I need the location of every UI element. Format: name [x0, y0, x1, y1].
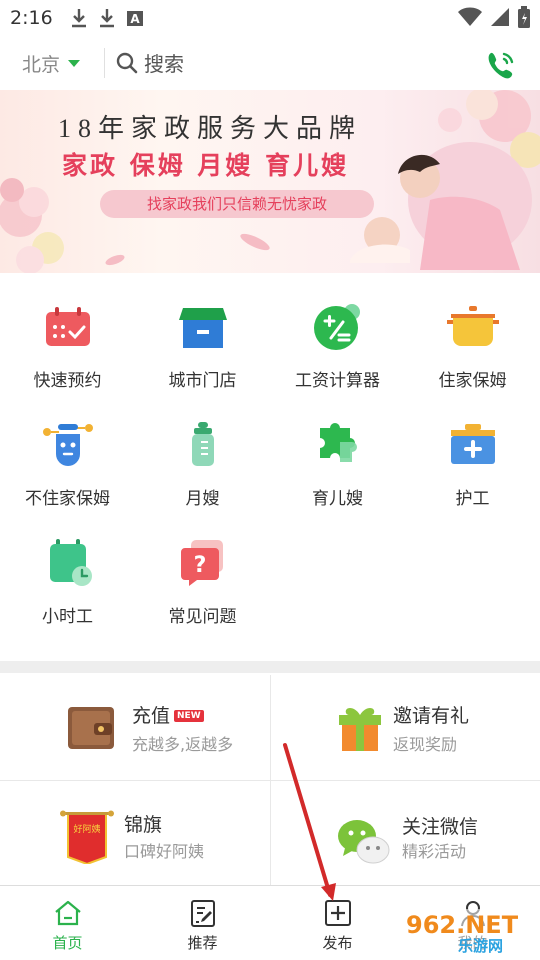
grid-item-faq[interactable]: ? 常见问题	[135, 536, 270, 646]
wechat-icon	[338, 820, 390, 864]
banner-services: 家政 保姆 月嫂 育儿嫂	[62, 151, 350, 180]
grid-label: 工资计算器	[295, 371, 380, 391]
grid-label: 护工	[455, 489, 490, 509]
grid-label: 城市门店	[168, 371, 237, 391]
card-title: 充值 NEW	[132, 701, 204, 728]
section-divider	[0, 661, 540, 673]
grid-label: 快速预约	[33, 371, 102, 391]
chevron-down-icon	[68, 60, 81, 67]
calculator-icon	[314, 304, 360, 350]
tab-label: 首页	[52, 934, 83, 952]
download-icon	[72, 9, 86, 28]
tab-label: 发布	[322, 934, 353, 952]
search-icon	[116, 52, 138, 73]
pennant-text: 好阿姨	[73, 823, 100, 835]
recharge-card[interactable]: 充值 NEW 充越多,返越多	[0, 675, 270, 781]
grid-item-live-in-nanny[interactable]: 住家保姆	[405, 300, 540, 410]
banner-title: 18年家政服务大品牌	[58, 114, 363, 143]
grid-label: 月嫂	[185, 489, 220, 509]
city-selector[interactable]: 北京	[22, 50, 81, 77]
promo-banner[interactable]: 18年家政服务大品牌 家政 保姆 月嫂 育儿嫂 找家政我们只信赖无忧家政	[0, 90, 540, 273]
grid-item-caregiver[interactable]: 护工	[405, 418, 540, 528]
pot-icon	[447, 306, 499, 346]
home-icon	[55, 900, 81, 926]
medical-kit-icon	[451, 424, 495, 464]
status-time: 2:16	[10, 7, 53, 29]
status-bar: 2:16 A	[0, 0, 540, 36]
card-title: 邀请有礼	[393, 705, 470, 727]
a-notification-icon: A	[127, 11, 143, 26]
watermark-line2: 乐游网	[458, 937, 503, 955]
grid-item-hourly-worker[interactable]: 小时工	[0, 536, 135, 646]
calendar-check-icon	[46, 307, 90, 346]
watermark-line1: 962.NET	[406, 911, 519, 939]
header-divider	[104, 48, 105, 78]
baby-bottle-icon	[192, 422, 214, 466]
grid-item-non-live-in-nanny[interactable]: 不住家保姆	[0, 418, 135, 528]
tab-recommend[interactable]: 推荐	[135, 886, 270, 960]
battery-icon	[518, 6, 530, 28]
top-header: 北京 搜索	[0, 36, 540, 90]
grid-item-city-store[interactable]: 城市门店	[135, 300, 270, 410]
status-notifications: A	[70, 8, 144, 28]
signal-icon	[491, 8, 509, 26]
grid-label: 常见问题	[168, 607, 237, 627]
question-icon: ?	[181, 540, 223, 586]
status-system-icons	[458, 6, 530, 28]
new-badge: NEW	[174, 710, 204, 722]
wifi-icon	[458, 7, 482, 26]
grid-item-childcare-nanny[interactable]: 育儿嫂	[270, 418, 405, 528]
card-title: 锦旗	[124, 814, 163, 836]
card-subtitle: 返现奖励	[393, 735, 458, 754]
clock-calendar-icon	[50, 539, 92, 586]
grid-item-salary-calculator[interactable]: 工资计算器	[270, 300, 405, 410]
recommend-icon	[191, 900, 215, 927]
search-placeholder: 搜索	[144, 52, 184, 76]
download-icon	[100, 9, 114, 28]
svg-text:A: A	[130, 12, 140, 26]
wechat-card[interactable]: 关注微信 精彩活动	[271, 782, 540, 888]
card-subtitle: 口碑好阿姨	[124, 842, 205, 861]
card-subtitle: 精彩活动	[402, 842, 467, 861]
invite-card[interactable]: 邀请有礼 返现奖励	[271, 675, 540, 781]
grid-label: 住家保姆	[438, 371, 507, 391]
card-divider	[270, 675, 271, 885]
svg-text:?: ?	[194, 553, 207, 578]
tab-label: 推荐	[187, 934, 218, 952]
grid-label: 小时工	[42, 607, 93, 627]
card-subtitle: 充越多,返越多	[132, 735, 234, 754]
gift-icon	[339, 708, 381, 751]
banner-slogan: 找家政我们只信赖无忧家政	[100, 190, 374, 218]
puzzle-icon	[320, 423, 357, 462]
robot-icon	[43, 424, 93, 466]
grid-label: 育儿嫂	[312, 489, 363, 509]
tab-publish[interactable]: 发布	[270, 886, 405, 960]
tab-home[interactable]: 首页	[0, 886, 135, 960]
grid-item-quick-booking[interactable]: 快速预约	[0, 300, 135, 410]
search-bar[interactable]: 搜索	[116, 48, 184, 77]
card-title-text: 充值	[132, 705, 171, 727]
grid-label: 不住家保姆	[25, 489, 110, 509]
city-label: 北京	[22, 54, 61, 76]
phone-call-icon[interactable]	[484, 48, 518, 82]
publish-icon	[325, 900, 351, 926]
store-icon	[179, 308, 227, 348]
card-title: 关注微信	[402, 816, 479, 838]
pennant-icon: 好阿姨	[60, 810, 114, 864]
grid-item-maternity-matron[interactable]: 月嫂	[135, 418, 270, 528]
site-watermark-logo: 962.NET 乐游网	[400, 909, 538, 955]
wallet-icon	[68, 707, 114, 749]
pennant-card[interactable]: 好阿姨 锦旗 口碑好阿姨	[0, 782, 270, 888]
